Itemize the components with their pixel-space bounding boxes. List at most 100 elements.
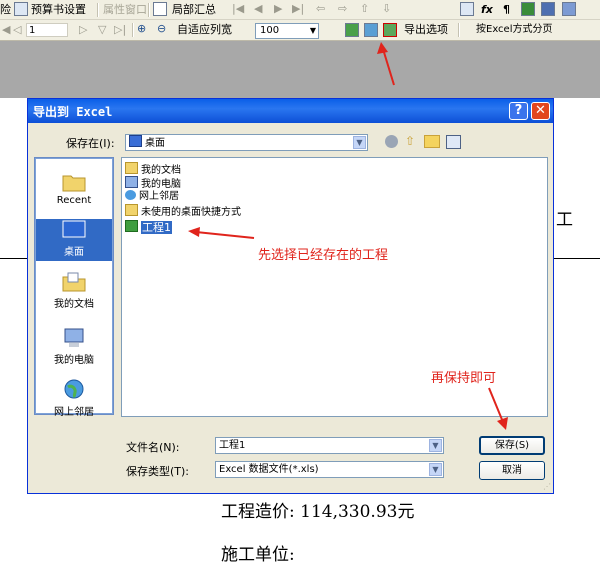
my-documents-icon: [62, 272, 86, 292]
filename-label: 文件名(N):: [126, 441, 180, 454]
toolbar-separator: [132, 23, 134, 37]
toolbar-top: 险 预算书设置 属性窗口 局部汇总 |◀ ◀ ▶ ▶| ⇦ ⇨ ⇧ ⇩ fx ¶: [0, 0, 600, 20]
back-icon[interactable]: [385, 135, 398, 148]
zoom-out-icon[interactable]: ⊖: [157, 22, 166, 35]
toolbar-separator: [148, 3, 150, 17]
place-recent[interactable]: Recent: [36, 171, 112, 211]
computer-icon[interactable]: [541, 2, 555, 16]
help-button[interactable]: ?: [509, 102, 528, 120]
document-line-right: [554, 258, 600, 259]
place-network-label: 网上邻居: [54, 407, 94, 418]
file-item-network[interactable]: 网上邻居: [125, 190, 179, 203]
folder-icon: [125, 204, 138, 216]
excel-icon[interactable]: [345, 23, 359, 37]
workspace-gray: [0, 41, 600, 98]
down-arrow-icon[interactable]: ⇩: [382, 2, 391, 15]
filename-value: 工程1: [219, 440, 246, 451]
filetype-select[interactable]: Excel 数据文件(*.xls) ▼: [215, 461, 444, 478]
page-number-input[interactable]: 1: [26, 23, 68, 37]
dialog-title: 导出到 Excel: [33, 105, 113, 119]
resize-grip-icon[interactable]: ⋰: [543, 482, 551, 491]
nav-prev-icon[interactable]: ◁: [13, 23, 21, 36]
export-options-button[interactable]: 导出选项: [404, 20, 448, 39]
views-menu-icon[interactable]: [446, 135, 461, 149]
document-unit-line: 施工单位:: [221, 545, 295, 565]
annotation-arrow-top: [377, 42, 395, 86]
zoom-in-icon[interactable]: ⊕: [137, 22, 146, 35]
nav-down-icon[interactable]: ▽: [98, 23, 106, 36]
document-cost-line: 工程造价: 114,330.93元: [221, 502, 415, 522]
file-item-my-documents[interactable]: 我的文档: [125, 162, 181, 176]
toolbar-separator: [458, 23, 460, 37]
place-recent-label: Recent: [56, 195, 92, 206]
excel-file-icon: [125, 220, 138, 232]
toolbar-item-partial[interactable]: 险: [0, 0, 11, 19]
place-desktop[interactable]: 桌面: [36, 219, 112, 261]
document-right-char: 工: [556, 210, 573, 230]
right-arrow-icon[interactable]: ⇨: [338, 2, 347, 15]
recent-folder-icon: [62, 175, 86, 192]
places-bar: Recent 桌面 我的文档 我的电脑 网上邻居: [34, 157, 114, 418]
file-item-project1[interactable]: 工程1: [125, 220, 172, 234]
export-excel-icon[interactable]: [383, 23, 397, 37]
up-arrow-icon[interactable]: ⇧: [360, 2, 369, 15]
save-in-combo[interactable]: 桌面 ▼: [125, 134, 368, 151]
annotation-then-save: 再保持即可: [431, 371, 497, 386]
computer-icon: [125, 176, 138, 188]
prev-icon[interactable]: ◀: [254, 2, 262, 15]
word-icon[interactable]: [364, 23, 378, 37]
document-line-left: [0, 258, 27, 259]
close-button[interactable]: ✕: [531, 102, 550, 120]
file-item-unused-shortcuts[interactable]: 未使用的桌面快捷方式: [125, 204, 241, 218]
toolbar-separator: [97, 3, 99, 17]
budget-settings-button[interactable]: 预算书设置: [31, 0, 86, 19]
function-icon[interactable]: fx: [481, 0, 493, 19]
filetype-value: Excel 数据文件(*.xls): [219, 464, 319, 475]
next-icon[interactable]: ▶: [274, 2, 282, 15]
dialog-titlebar[interactable]: 导出到 Excel ? ✕: [28, 99, 553, 123]
first-icon[interactable]: |◀: [232, 2, 244, 15]
new-folder-icon[interactable]: [424, 135, 440, 148]
desktop-icon: [129, 135, 142, 147]
desktop-icon: [62, 220, 86, 238]
nav-first-icon[interactable]: ◀: [2, 23, 10, 36]
network-globe-icon: [64, 379, 84, 399]
save-icon[interactable]: [521, 2, 535, 16]
nav-next-icon[interactable]: ▷: [79, 23, 87, 36]
sheet-icon[interactable]: [562, 2, 576, 16]
partial-summary-button[interactable]: 局部汇总: [172, 0, 216, 19]
zoom-combo[interactable]: 100 ▼: [255, 23, 319, 39]
annotation-select-project: 先选择已经存在的工程: [258, 248, 389, 263]
chevron-down-icon: ▼: [429, 463, 442, 476]
place-desktop-label: 桌面: [64, 247, 84, 258]
last-icon[interactable]: ▶|: [292, 2, 304, 15]
place-my-computer-label: 我的电脑: [54, 355, 94, 366]
save-in-label: 保存在(I):: [66, 137, 115, 150]
filetype-label: 保存类型(T):: [126, 465, 190, 478]
chevron-down-icon: ▼: [353, 136, 366, 149]
property-window-button[interactable]: 属性窗口: [103, 0, 147, 19]
export-excel-dialog: 导出到 Excel ? ✕ 保存在(I): 桌面 ▼ ⇧ Recent 桌面 我…: [27, 98, 554, 494]
paragraph-icon[interactable]: ¶: [503, 0, 510, 19]
place-my-computer[interactable]: 我的电脑: [36, 327, 112, 369]
chevron-down-icon: ▼: [309, 26, 316, 35]
zoom-value: 100: [260, 25, 280, 36]
filename-input[interactable]: 工程1 ▼: [215, 437, 444, 454]
place-network[interactable]: 网上邻居: [36, 379, 112, 418]
folder-icon: [125, 162, 138, 174]
fit-width-button[interactable]: 自适应列宽: [177, 20, 232, 39]
left-arrow-icon[interactable]: ⇦: [316, 2, 325, 15]
my-computer-icon: [64, 328, 84, 347]
budget-settings-icon: [14, 2, 28, 16]
file-item-my-computer[interactable]: 我的电脑: [125, 176, 181, 190]
chevron-down-icon: ▼: [429, 439, 442, 452]
network-globe-icon: [125, 190, 136, 200]
nav-last-icon[interactable]: ▷|: [114, 23, 126, 36]
annotation-arrow-save: [488, 387, 508, 430]
cancel-button[interactable]: 取消: [479, 461, 545, 480]
up-folder-icon[interactable]: ⇧: [405, 134, 415, 148]
place-my-documents[interactable]: 我的文档: [36, 271, 112, 313]
grid-icon[interactable]: [460, 2, 474, 16]
annotation-arrow-select: [188, 227, 255, 239]
save-button[interactable]: 保存(S): [479, 436, 545, 455]
